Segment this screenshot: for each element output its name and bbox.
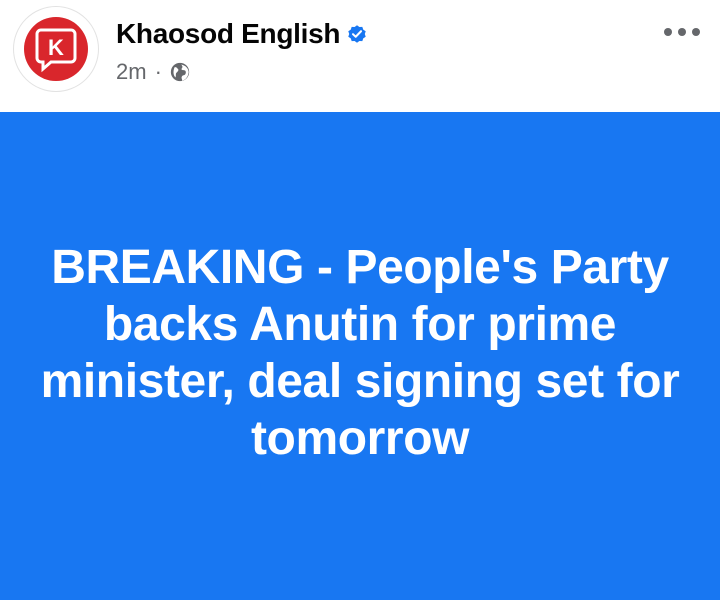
- verified-badge-icon: [348, 25, 366, 43]
- post-header: K Khaosod English 2m ·: [0, 0, 720, 112]
- post-banner[interactable]: BREAKING - People's Party backs Anutin f…: [0, 112, 720, 600]
- author-row: Khaosod English: [116, 16, 368, 52]
- avatar-letter: K: [48, 35, 64, 60]
- post-meta: 2m ·: [116, 56, 191, 88]
- more-options-icon: [664, 28, 700, 36]
- more-options-button[interactable]: [660, 14, 704, 50]
- avatar[interactable]: K: [13, 6, 99, 92]
- post-timestamp[interactable]: 2m: [116, 56, 147, 88]
- meta-separator: ·: [154, 59, 162, 84]
- facebook-post: K Khaosod English 2m · BREAKING - People…: [0, 0, 720, 600]
- page-name[interactable]: Khaosod English: [116, 16, 340, 52]
- post-headline: BREAKING - People's Party backs Anutin f…: [40, 241, 680, 465]
- globe-icon[interactable]: [169, 61, 191, 83]
- khaosod-logo-icon: K: [24, 17, 88, 81]
